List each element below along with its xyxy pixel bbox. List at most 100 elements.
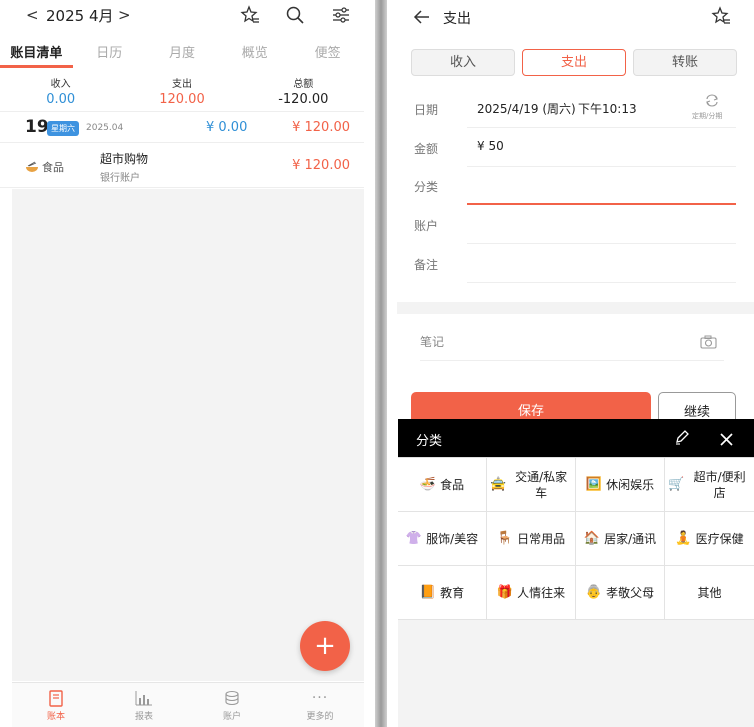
category-health[interactable]: 🧘 医疗保健 [665, 512, 754, 566]
star-list-icon[interactable] [239, 4, 261, 26]
category-daily-goods[interactable]: 🪑 日常用品 [487, 512, 576, 566]
nav-reports[interactable]: 报表 [100, 683, 188, 727]
shirt-icon: 👚 [405, 531, 423, 546]
category-food-label: 食品 [440, 477, 465, 492]
month-title[interactable]: 2025 4月 [46, 5, 114, 26]
tab-list[interactable]: 账目清单 [0, 38, 73, 70]
month-summary: 收入 0.00 支出 120.00 总额 -120.00 [0, 72, 364, 112]
favorites-icon[interactable] [710, 5, 732, 27]
transaction-title: 超市购物 [100, 152, 149, 166]
account-label: 账户 [414, 219, 439, 233]
category-entertainment-label: 休闲娱乐 [606, 477, 655, 492]
amount-row[interactable]: 金额 ¥ 50 [387, 128, 754, 167]
segment-income[interactable]: 收入 [411, 49, 515, 76]
day-number: 19 [25, 117, 49, 137]
category-supermarket[interactable]: 🛒 超市/便利店 [665, 458, 754, 512]
tab-monthly[interactable]: 月度 [146, 38, 219, 70]
month-header: < 2025 4月 > [0, 0, 375, 30]
category-clothing[interactable]: 👚 服饰/美容 [398, 512, 487, 566]
next-month-button[interactable]: > [118, 6, 131, 24]
ledger-screen: < 2025 4月 > 账目清单 日历 月度 概览 便签 收入 0.00 支出 … [0, 0, 375, 727]
book-icon: 📙 [419, 585, 437, 600]
summary-expense-label: 支出 [171, 79, 192, 90]
category-clothing-label: 服饰/美容 [426, 531, 479, 546]
nav-accounts[interactable]: 账户 [188, 683, 276, 727]
summary-total-label: 总额 [293, 79, 314, 90]
category-gifts-label: 人情往来 [517, 585, 566, 600]
category-education-label: 教育 [440, 585, 465, 600]
category-sheet-header: 分类 [398, 419, 754, 457]
category-transport[interactable]: 🚖 交通/私家车 [487, 458, 576, 512]
food-icon: 🍜 [419, 477, 437, 492]
category-gifts[interactable]: 🎁 人情往来 [487, 566, 576, 620]
day-income: ¥ 0.00 [206, 120, 248, 135]
category-picker-sheet: 分类 🍜 食品 🚖 交通/私家车 🖼️ 休闲娱乐 🛒 超市/便利店 👚 服饰/美容 🪑 日常… [398, 419, 754, 727]
search-icon[interactable] [284, 4, 306, 26]
category-home[interactable]: 🏠 居家/通讯 [576, 512, 665, 566]
book-icon [12, 689, 100, 707]
section-separator [397, 302, 754, 314]
tab-notes[interactable]: 便签 [291, 38, 364, 70]
category-food[interactable]: 🍜 食品 [398, 458, 487, 512]
category-parents[interactable]: 👵 孝敬父母 [576, 566, 665, 620]
tab-calendar[interactable]: 日历 [73, 38, 146, 70]
page-title: 支出 [443, 11, 471, 27]
account-row[interactable]: 账户 [387, 205, 754, 244]
nav-more[interactable]: ··· 更多的 [276, 683, 364, 727]
picture-icon: 🖼️ [585, 477, 603, 492]
segment-transfer[interactable]: 转账 [633, 49, 737, 76]
day-expense: ¥ 120.00 [292, 120, 350, 135]
day-date: 2025.04 [86, 123, 124, 133]
category-row[interactable]: 分类 [387, 166, 754, 205]
weekday-badge: 星期六 [47, 121, 79, 136]
bottom-navigation: 账本 报表 账户 ··· 更多的 [12, 682, 364, 727]
date-value[interactable]: 2025/4/19 (周六) [477, 100, 576, 117]
add-transaction-button[interactable]: + [300, 621, 350, 671]
segment-expense[interactable]: 支出 [522, 49, 626, 76]
gift-icon: 🎁 [496, 585, 514, 600]
view-tabs: 账目清单 日历 月度 概览 便签 [0, 38, 364, 70]
recurring-icon[interactable] [705, 92, 719, 111]
category-sheet-title: 分类 [416, 434, 443, 449]
category-education[interactable]: 📙 教育 [398, 566, 487, 620]
note-label[interactable]: 笔记 [420, 333, 444, 350]
meditation-icon: 🧘 [675, 531, 692, 546]
prev-month-button[interactable]: < [26, 6, 39, 24]
time-value[interactable]: 下午10:13 [578, 100, 637, 117]
category-grid: 🍜 食品 🚖 交通/私家车 🖼️ 休闲娱乐 🛒 超市/便利店 👚 服饰/美容 🪑 日常用品 … [398, 457, 754, 620]
note-underline [420, 360, 724, 361]
back-arrow-icon[interactable] [411, 6, 433, 28]
summary-expense: 支出 120.00 [121, 72, 242, 111]
transaction-account: 银行账户 [100, 173, 140, 184]
remark-underline [467, 282, 736, 283]
category-other[interactable]: 其他 [665, 566, 754, 620]
tab-overview[interactable]: 概览 [218, 38, 291, 70]
summary-income: 收入 0.00 [0, 72, 121, 111]
nav-ledger[interactable]: 账本 [12, 683, 100, 727]
edit-pencil-icon[interactable] [674, 429, 690, 449]
summary-expense-value: 120.00 [159, 92, 205, 107]
remark-row[interactable]: 备注 [387, 244, 754, 283]
summary-income-value: 0.00 [46, 92, 76, 107]
screen-divider [375, 0, 387, 727]
transaction-row[interactable]: 食品 超市购物 银行账户 ¥ 120.00 [0, 144, 364, 188]
category-supermarket-label: 超市/便利店 [693, 469, 746, 500]
category-transport-label: 交通/私家车 [515, 469, 568, 500]
date-row[interactable]: 日期 2025/4/19 (周六) 下午10:13 定期/分期 [387, 89, 754, 128]
amount-value[interactable]: ¥ 50 [477, 139, 504, 153]
transaction-category: 食品 [42, 161, 64, 174]
category-parents-label: 孝敬父母 [606, 585, 655, 600]
remark-label: 备注 [414, 258, 439, 272]
nav-reports-label: 报表 [134, 712, 153, 722]
close-icon[interactable] [720, 431, 733, 450]
date-label: 日期 [414, 103, 439, 117]
food-icon [25, 159, 39, 173]
recurring-label[interactable]: 定期/分期 [692, 111, 722, 121]
camera-icon[interactable] [700, 334, 717, 353]
filter-settings-icon[interactable] [330, 4, 352, 26]
day-header: 19 星期六 2025.04 ¥ 0.00 ¥ 120.00 [0, 113, 364, 143]
house-icon: 🏠 [583, 531, 601, 546]
category-entertainment[interactable]: 🖼️ 休闲娱乐 [576, 458, 665, 512]
summary-total: 总额 -120.00 [243, 72, 364, 111]
nav-accounts-label: 账户 [222, 712, 241, 722]
